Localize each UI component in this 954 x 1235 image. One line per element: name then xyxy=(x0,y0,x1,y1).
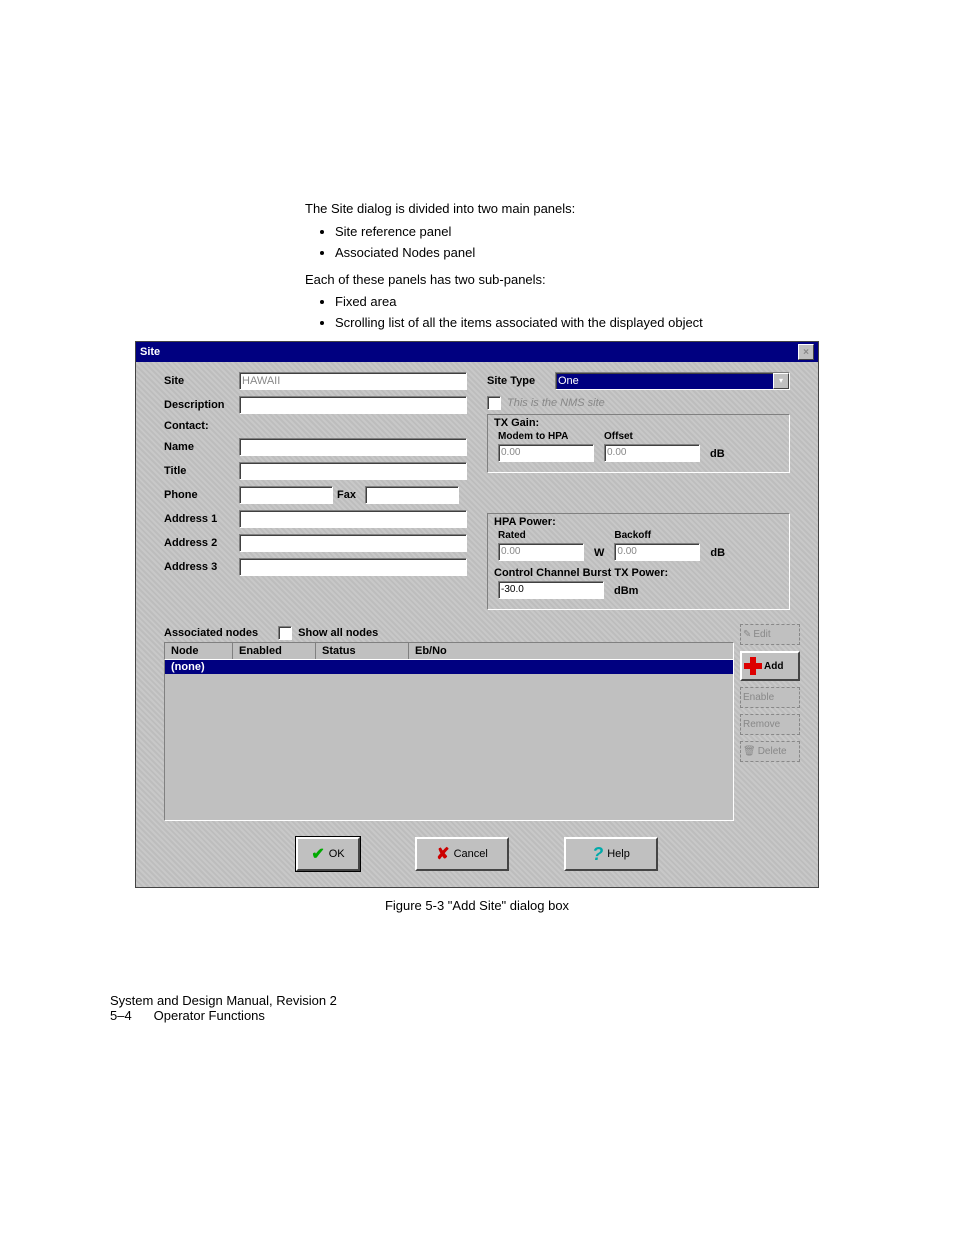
hpa-power-label: HPA Power: xyxy=(494,516,779,528)
bullet-scroll-list: Scrolling list of all the items associat… xyxy=(335,314,844,333)
site-label: Site xyxy=(164,375,239,387)
chevron-down-icon[interactable]: ▾ xyxy=(773,373,789,389)
delete-button[interactable]: 🗑 Delete xyxy=(740,741,800,762)
cancel-label: Cancel xyxy=(454,848,488,860)
edit-button[interactable]: ✎ Edit xyxy=(740,624,800,645)
trash-icon: 🗑 xyxy=(743,746,756,757)
site-input[interactable]: HAWAII xyxy=(239,372,467,390)
ccb-label: Control Channel Burst TX Power: xyxy=(494,567,779,579)
phone-input[interactable] xyxy=(239,486,333,504)
bullet-site-ref: Site reference panel xyxy=(335,223,844,242)
footer-section: Operator Functions xyxy=(154,1008,265,1023)
titlebar: Site × xyxy=(136,342,818,362)
plus-icon xyxy=(744,657,762,675)
site-dialog: Site × Site HAWAII Description Contact: xyxy=(135,341,819,888)
ok-button[interactable]: ✔ OK xyxy=(296,837,360,871)
fax-label: Fax xyxy=(337,489,365,501)
phone-label: Phone xyxy=(164,489,239,501)
sitetype-value: One xyxy=(558,375,579,387)
showall-checkbox[interactable] xyxy=(278,626,292,640)
enable-label: Enable xyxy=(743,692,774,703)
close-icon[interactable]: × xyxy=(798,344,814,360)
tx-gain-unit: dB xyxy=(710,448,725,462)
backoff-input[interactable]: 0.00 xyxy=(614,543,700,561)
name-label: Name xyxy=(164,441,239,453)
bullet-assoc-nodes: Associated Nodes panel xyxy=(335,244,844,263)
tx-gain-label: TX Gain: xyxy=(494,417,779,429)
delete-label: Delete xyxy=(758,746,787,757)
address3-input[interactable] xyxy=(239,558,467,576)
description-input[interactable] xyxy=(239,396,467,414)
footer-manual: System and Design Manual, Revision 2 xyxy=(110,993,844,1008)
assoc-nodes-label: Associated nodes xyxy=(164,627,258,639)
sitetype-label: Site Type xyxy=(487,375,555,387)
remove-label: Remove xyxy=(743,719,780,730)
rated-unit: W xyxy=(594,547,604,561)
sitetype-select[interactable]: One ▾ xyxy=(555,372,790,390)
intro-text: The Site dialog is divided into two main… xyxy=(305,200,844,333)
remove-button[interactable]: Remove xyxy=(740,714,800,735)
col-status[interactable]: Status xyxy=(316,643,409,659)
nodes-list[interactable]: Node Enabled Status Eb/No (none) xyxy=(164,642,734,821)
col-ebno[interactable]: Eb/No xyxy=(409,643,733,659)
window-title: Site xyxy=(140,346,160,358)
fax-input[interactable] xyxy=(365,486,459,504)
contact-label: Contact: xyxy=(164,420,239,432)
modem-hpa-input[interactable]: 0.00 xyxy=(498,444,594,462)
showall-label: Show all nodes xyxy=(298,627,378,639)
address1-label: Address 1 xyxy=(164,513,239,525)
edit-icon: ✎ xyxy=(743,629,751,640)
address2-label: Address 2 xyxy=(164,537,239,549)
help-label: Help xyxy=(607,848,630,860)
list-header: Node Enabled Status Eb/No xyxy=(164,642,734,660)
hpa-power-group: HPA Power: Rated 0.00 W Backoff 0.00 xyxy=(487,513,790,610)
address1-input[interactable] xyxy=(239,510,467,528)
intro-line2: Each of these panels has two sub-panels: xyxy=(305,271,844,290)
backoff-unit: dB xyxy=(710,547,725,561)
col-node[interactable]: Node xyxy=(165,643,233,659)
ccb-unit: dBm xyxy=(614,585,638,599)
address3-label: Address 3 xyxy=(164,561,239,573)
rated-label: Rated xyxy=(498,530,584,541)
col-enabled[interactable]: Enabled xyxy=(233,643,316,659)
address2-input[interactable] xyxy=(239,534,467,552)
ccb-input[interactable]: -30.0 xyxy=(498,581,604,599)
name-input[interactable] xyxy=(239,438,467,456)
intro-line1: The Site dialog is divided into two main… xyxy=(305,200,844,219)
add-label: Add xyxy=(764,661,783,672)
title-label: Title xyxy=(164,465,239,477)
rated-input[interactable]: 0.00 xyxy=(498,543,584,561)
tx-gain-group: TX Gain: Modem to HPA 0.00 Offset 0.00 d… xyxy=(487,414,790,473)
modem-hpa-label: Modem to HPA xyxy=(498,431,594,442)
page-number: 5–4 xyxy=(110,1008,150,1023)
edit-label: Edit xyxy=(753,629,770,640)
add-button[interactable]: Add xyxy=(740,651,800,681)
figure-caption: Figure 5-3 "Add Site" dialog box xyxy=(110,898,844,913)
page-footer: System and Design Manual, Revision 2 5–4… xyxy=(110,993,844,1023)
bullet-fixed-area: Fixed area xyxy=(335,293,844,312)
offset-input[interactable]: 0.00 xyxy=(604,444,700,462)
help-button[interactable]: ? Help xyxy=(564,837,658,871)
question-icon: ? xyxy=(592,844,603,865)
ok-label: OK xyxy=(329,848,345,860)
cancel-button[interactable]: ✘ Cancel xyxy=(415,837,509,871)
title-input[interactable] xyxy=(239,462,467,480)
offset-label: Offset xyxy=(604,431,700,442)
nms-label: This is the NMS site xyxy=(507,397,605,409)
enable-button[interactable]: Enable xyxy=(740,687,800,708)
description-label: Description xyxy=(164,399,239,411)
list-item[interactable]: (none) xyxy=(165,660,733,674)
x-icon: ✘ xyxy=(436,844,449,864)
nms-checkbox[interactable] xyxy=(487,396,501,410)
backoff-label: Backoff xyxy=(614,530,700,541)
check-icon: ✔ xyxy=(311,844,324,864)
